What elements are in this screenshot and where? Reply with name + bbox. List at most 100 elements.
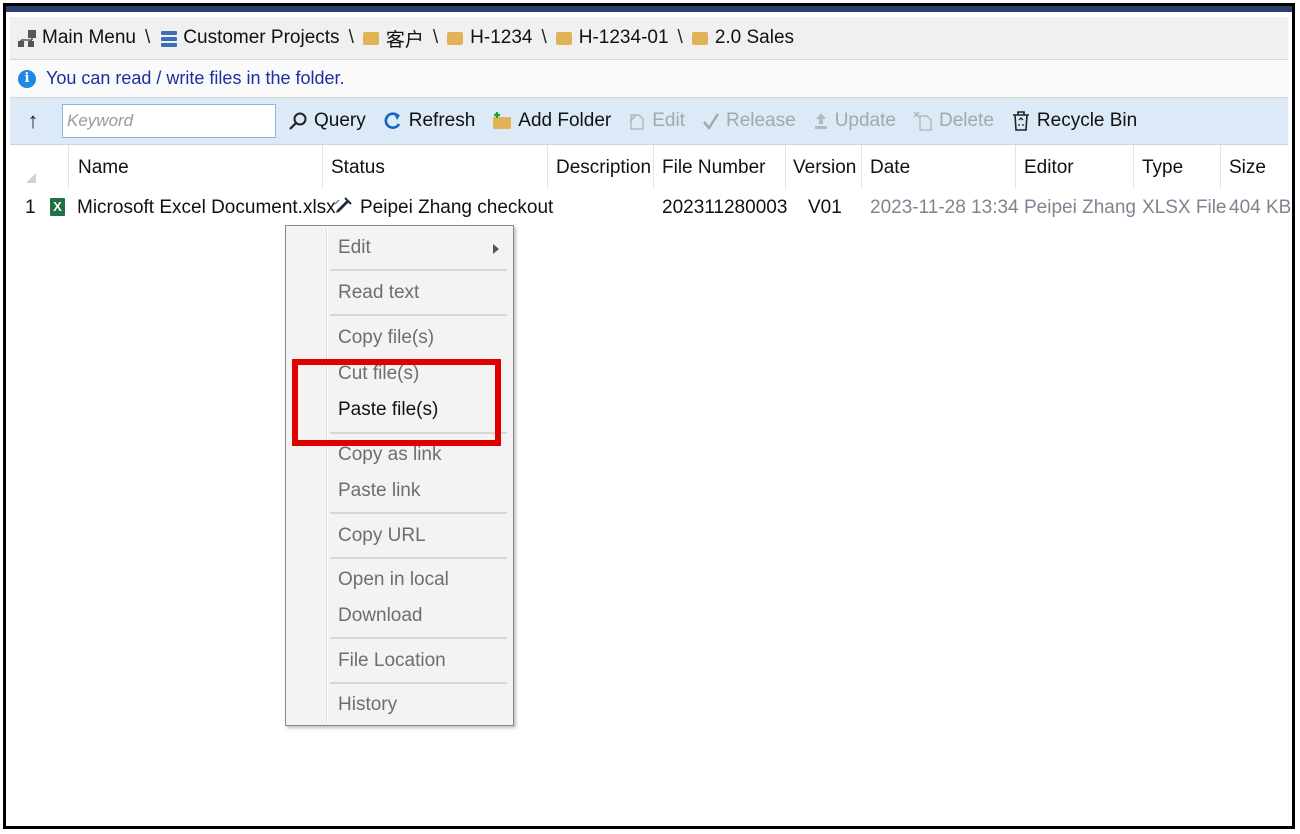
checkout-pen-icon: [333, 196, 353, 222]
column-header-status[interactable]: Status: [331, 157, 385, 179]
breadcrumb-label: Main Menu: [42, 27, 136, 48]
release-button[interactable]: Release: [702, 110, 796, 132]
add-folder-icon: [492, 111, 512, 131]
table-row[interactable]: 1 X Microsoft Excel Document.xlsx Peipei…: [10, 190, 1292, 226]
excel-file-icon: X: [50, 198, 65, 216]
menu-separator: [330, 557, 507, 559]
query-label: Query: [314, 110, 366, 131]
permission-info-bar: i You can read / write files in the fold…: [10, 60, 1288, 98]
update-button[interactable]: Update: [813, 110, 896, 132]
column-header-name[interactable]: Name: [78, 157, 129, 179]
tree-icon: [18, 30, 36, 47]
column-divider: [68, 145, 69, 189]
edit-icon: [628, 111, 646, 131]
menu-item-paste-link[interactable]: Paste link: [338, 480, 420, 502]
breadcrumb-separator: \: [145, 27, 151, 48]
edit-button[interactable]: Edit: [628, 110, 685, 132]
recycle-bin-label: Recycle Bin: [1036, 110, 1138, 131]
menu-item-file-location[interactable]: File Location: [338, 650, 446, 672]
menu-item-edit[interactable]: Edit: [338, 237, 371, 259]
info-icon: i: [18, 69, 36, 88]
checkmark-icon: [702, 111, 720, 131]
column-header-date[interactable]: Date: [870, 157, 910, 179]
delete-file-icon: [913, 111, 933, 131]
menu-item-download[interactable]: Download: [338, 605, 423, 627]
delete-label: Delete: [938, 110, 994, 131]
menu-item-read-text[interactable]: Read text: [338, 282, 419, 304]
info-message: You can read / write files in the folder…: [46, 68, 345, 88]
menu-separator: [330, 637, 507, 639]
release-label: Release: [725, 110, 796, 131]
breadcrumb-sales[interactable]: 2.0 Sales: [691, 27, 795, 49]
update-label: Update: [834, 110, 896, 131]
file-date: 2023-11-28 13:34: [870, 197, 1019, 218]
refresh-button[interactable]: Refresh: [383, 110, 476, 132]
app-window: Main Menu \ Customer Projects \ 客户 \ H-1…: [3, 3, 1295, 829]
breadcrumb: Main Menu \ Customer Projects \ 客户 \ H-1…: [10, 17, 1288, 60]
highlight-annotation-box: [292, 359, 501, 446]
breadcrumb-label: 2.0 Sales: [714, 27, 795, 48]
breadcrumb-h-1234[interactable]: H-1234: [447, 27, 532, 49]
menu-separator: [330, 512, 507, 514]
menu-separator: [330, 682, 507, 684]
column-divider: [1133, 145, 1134, 189]
submenu-arrow-icon: [493, 244, 499, 254]
column-header-description[interactable]: Description: [556, 157, 651, 179]
menu-item-copy-as-link[interactable]: Copy as link: [338, 444, 442, 466]
file-number: 202311280003: [662, 197, 788, 218]
column-divider: [861, 145, 862, 189]
breadcrumb-main-menu[interactable]: Main Menu: [16, 27, 136, 49]
menu-item-copy-url[interactable]: Copy URL: [338, 525, 426, 547]
column-header-file-number[interactable]: File Number: [662, 157, 765, 179]
breadcrumb-h-1234-01[interactable]: H-1234-01: [555, 27, 669, 49]
breadcrumb-separator: \: [348, 27, 354, 48]
file-status: Peipei Zhang checkout: [360, 197, 554, 218]
breadcrumb-customer-folder[interactable]: 客户: [362, 25, 424, 52]
column-divider: [785, 145, 786, 189]
refresh-label: Refresh: [408, 110, 476, 131]
up-arrow-icon[interactable]: ↑: [20, 108, 46, 134]
menu-item-open-in-local[interactable]: Open in local: [338, 569, 449, 591]
column-divider: [653, 145, 654, 189]
menu-separator: [330, 314, 507, 316]
folder-icon: [447, 31, 464, 45]
menu-separator: [330, 269, 507, 271]
column-header-editor[interactable]: Editor: [1024, 157, 1074, 179]
toolbar: ↑ Query Refresh Add Folder Edit: [10, 98, 1288, 145]
column-header-version[interactable]: Version: [793, 157, 856, 179]
row-index: 1: [25, 197, 36, 218]
folder-icon: [691, 31, 708, 45]
file-table-header: Name Status Description File Number Vers…: [10, 145, 1288, 189]
breadcrumb-separator: \: [432, 27, 439, 48]
menu-item-copy-files[interactable]: Copy file(s): [338, 327, 434, 349]
refresh-icon: [383, 111, 403, 131]
breadcrumb-customer-projects[interactable]: Customer Projects: [159, 27, 340, 49]
search-icon: [288, 111, 308, 131]
file-name[interactable]: Microsoft Excel Document.xlsx: [77, 197, 336, 219]
file-type: XLSX File: [1142, 197, 1227, 218]
window-top-border: [6, 6, 1292, 12]
query-button[interactable]: Query: [288, 110, 366, 132]
file-editor: Peipei Zhang: [1024, 197, 1136, 218]
file-size: 404 KB: [1229, 197, 1292, 218]
column-header-type[interactable]: Type: [1142, 157, 1183, 179]
menu-item-history[interactable]: History: [338, 694, 397, 716]
recycle-bin-button[interactable]: Recycle Bin: [1011, 110, 1137, 132]
column-divider: [547, 145, 548, 189]
breadcrumb-separator: \: [677, 27, 683, 48]
file-version: V01: [808, 197, 842, 218]
column-header-size[interactable]: Size: [1229, 157, 1266, 179]
column-divider: [1220, 145, 1221, 189]
add-folder-button[interactable]: Add Folder: [492, 110, 611, 132]
column-divider: [322, 145, 323, 189]
delete-button[interactable]: Delete: [913, 110, 994, 132]
add-folder-label: Add Folder: [518, 110, 612, 131]
column-divider: [1015, 145, 1016, 189]
breadcrumb-label: Customer Projects: [183, 27, 340, 48]
upload-icon: [813, 111, 829, 131]
context-menu: Edit Read text Copy file(s) Cut file(s) …: [285, 225, 514, 726]
keyword-search-input[interactable]: [62, 104, 276, 138]
breadcrumb-separator: \: [541, 27, 547, 48]
folder-icon: [362, 31, 379, 45]
breadcrumb-label: H-1234-01: [578, 27, 669, 48]
